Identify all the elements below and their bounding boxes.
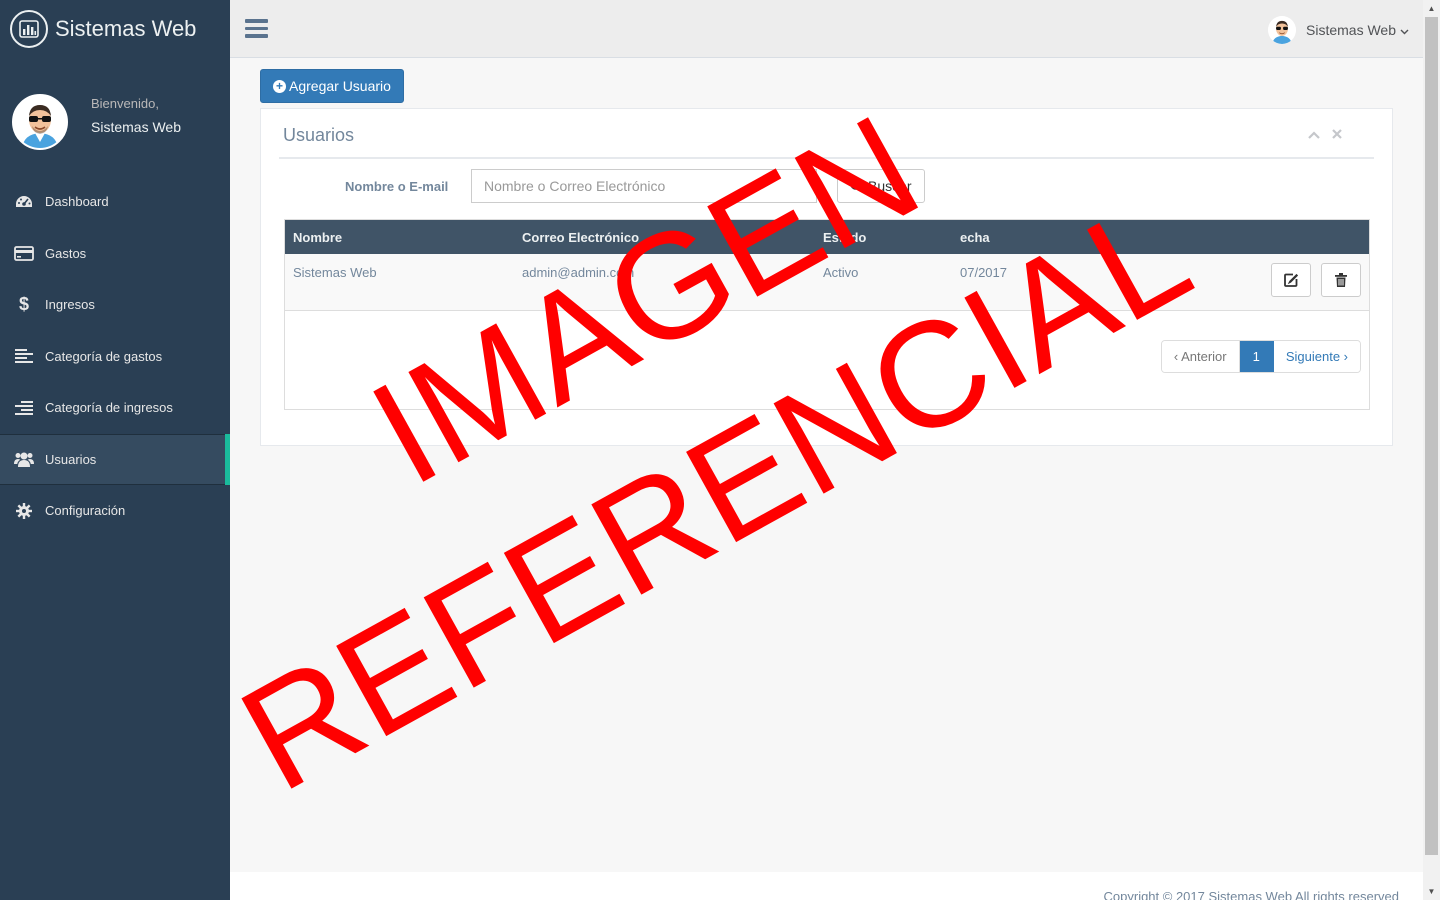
divider <box>279 157 1374 159</box>
collapse-icon[interactable] <box>1308 127 1320 142</box>
cell-actions <box>1249 254 1369 310</box>
user-name: Sistemas Web <box>1306 22 1396 38</box>
table-header-row: Nombre Correo Electrónico Estado echa <box>285 220 1369 254</box>
add-user-label: Agregar Usuario <box>289 78 391 94</box>
cell-email: admin@admin.com <box>522 265 635 280</box>
close-icon[interactable] <box>1332 127 1342 142</box>
avatar <box>1268 16 1296 44</box>
cell-name: Sistemas Web <box>293 265 377 280</box>
sidebar-item-ingresos[interactable]: $ Ingresos <box>0 279 230 331</box>
sidebar: Sistemas Web Bienvenido, Sistemas Web Da… <box>0 0 230 900</box>
sidebar-item-label: Usuarios <box>45 451 97 467</box>
align-right-icon <box>14 399 34 417</box>
panel-title: Usuarios <box>283 125 355 145</box>
delete-button[interactable] <box>1321 263 1361 297</box>
pagination-page[interactable]: 1 <box>1239 341 1274 372</box>
dashboard-icon <box>14 193 34 211</box>
chevron-down-icon <box>1400 22 1409 38</box>
users-panel: Usuarios Nombre o E-mail Buscar Nombre <box>260 108 1393 446</box>
sidebar-menu: Dashboard Gastos $ Ingresos Categoría de… <box>0 176 230 537</box>
scroll-up-icon[interactable]: ▲ <box>1423 0 1440 17</box>
sidebar-item-label: Configuración <box>45 503 126 519</box>
edit-button[interactable] <box>1271 263 1312 297</box>
scroll-thumb[interactable] <box>1425 17 1438 855</box>
brand[interactable]: Sistemas Web <box>0 0 230 58</box>
table-row: Sistemas Web admin@admin.com Activo 07/2… <box>285 254 1369 310</box>
scrollbar[interactable]: ▲ ▼ <box>1423 0 1440 900</box>
profile-name: Sistemas Web <box>91 118 181 135</box>
align-left-icon <box>14 347 34 365</box>
profile: Bienvenido, Sistemas Web <box>0 58 230 168</box>
cell-date: 07/2017 <box>960 265 1007 280</box>
sidebar-item-label: Dashboard <box>45 194 109 210</box>
footer: Copyright © 2017 Sistemas Web All rights… <box>230 872 1423 900</box>
search-icon <box>850 179 864 193</box>
sidebar-item-label: Ingresos <box>45 297 95 313</box>
pagination-next[interactable]: Siguiente › <box>1273 341 1360 372</box>
column-header: echa <box>960 229 990 245</box>
credit-card-icon <box>14 244 34 262</box>
add-user-button[interactable]: + Agregar Usuario <box>260 69 404 103</box>
gear-icon <box>14 502 34 520</box>
welcome-text: Bienvenido, <box>91 95 159 111</box>
sidebar-item-categoria-gastos[interactable]: Categoría de gastos <box>0 331 230 383</box>
top-nav: Sistemas Web <box>230 0 1423 58</box>
column-header: Correo Electrónico <box>522 229 640 245</box>
search-button[interactable]: Buscar <box>837 169 925 203</box>
users-icon <box>14 450 34 468</box>
bar-chart-icon <box>10 10 48 48</box>
plus-circle-icon: + <box>273 79 286 93</box>
pagination: ‹ Anterior 1 Siguiente › <box>1160 340 1361 373</box>
user-dropdown[interactable]: Sistemas Web <box>1268 16 1409 44</box>
brand-title: Sistemas Web <box>55 16 197 41</box>
cell-status: Activo <box>823 265 859 280</box>
dollar-icon: $ <box>18 294 29 315</box>
panel-tools <box>1308 127 1342 142</box>
sidebar-item-label: Categoría de ingresos <box>45 400 173 416</box>
sidebar-item-configuracion[interactable]: Configuración <box>0 485 230 537</box>
sidebar-item-label: Categoría de gastos <box>45 348 163 364</box>
column-header-actions <box>1249 220 1369 254</box>
pagination-prev[interactable]: ‹ Anterior <box>1161 341 1240 372</box>
sidebar-item-categoria-ingresos[interactable]: Categoría de ingresos <box>0 382 230 434</box>
column-header: Estado <box>823 229 867 245</box>
edit-icon <box>1284 273 1299 287</box>
sidebar-item-usuarios[interactable]: Usuarios <box>0 433 230 485</box>
scroll-down-icon[interactable]: ▼ <box>1423 883 1440 900</box>
column-header: Nombre <box>293 229 343 245</box>
menu-toggle-icon[interactable] <box>245 19 268 39</box>
sidebar-item-dashboard[interactable]: Dashboard <box>0 176 230 228</box>
sidebar-item-label: Gastos <box>45 245 87 261</box>
search-label: Nombre o E-mail <box>345 179 449 194</box>
search-input[interactable] <box>471 169 817 203</box>
users-table: Nombre Correo Electrónico Estado echa Si… <box>284 219 1370 410</box>
search-button-label: Buscar <box>868 178 912 194</box>
main-content: + Agregar Usuario Usuarios Nombre o E-ma… <box>230 59 1423 872</box>
avatar <box>12 94 68 150</box>
sidebar-item-gastos[interactable]: Gastos <box>0 228 230 280</box>
footer-text: Copyright © 2017 Sistemas Web All rights… <box>1103 889 1399 900</box>
trash-icon <box>1335 273 1347 287</box>
